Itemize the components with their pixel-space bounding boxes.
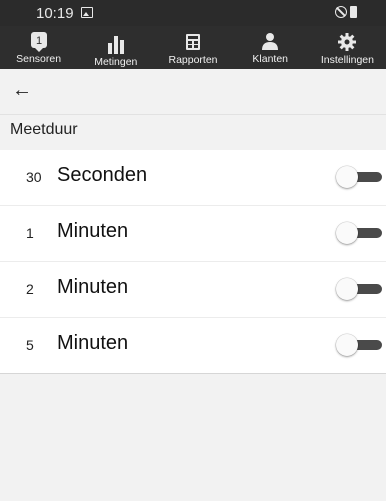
empty-area — [0, 374, 386, 501]
tab-label: Instellingen — [320, 54, 374, 66]
tab-bar: 1 Sensoren Metingen Rapporten Klanten In… — [0, 26, 386, 69]
option-unit: Minuten — [57, 332, 129, 354]
status-time: 10:19 — [36, 5, 74, 22]
option-unit: Seconden — [57, 164, 148, 186]
people-icon — [260, 32, 280, 55]
option-30-seconden[interactable]: 30 Seconden — [0, 150, 386, 206]
tab-klanten[interactable]: Klanten — [232, 26, 309, 69]
section-header: Meetduur — [0, 115, 386, 150]
tab-label: Rapporten — [168, 54, 218, 66]
sensor-badge-count: 1 — [36, 35, 42, 47]
tab-sensoren[interactable]: 1 Sensoren — [0, 26, 77, 69]
tab-label: Klanten — [252, 53, 289, 65]
report-icon — [185, 33, 201, 56]
section-title: Meetduur — [10, 121, 78, 138]
option-number: 2 — [26, 281, 34, 297]
option-unit: Minuten — [57, 220, 129, 242]
do-not-disturb-icon — [335, 6, 347, 18]
tab-rapporten[interactable]: Rapporten — [154, 26, 231, 69]
option-number: 1 — [26, 225, 34, 241]
option-1-minuten[interactable]: 1 Minuten — [0, 206, 386, 262]
gear-icon — [338, 33, 357, 56]
battery-icon — [350, 6, 357, 18]
toggle-switch[interactable] — [336, 334, 382, 356]
image-notification-icon — [81, 7, 93, 18]
status-bar: 10:19 — [0, 0, 386, 26]
duration-options: 30 Seconden 1 Minuten 2 Minuten 5 Minute… — [0, 150, 386, 374]
option-5-minuten[interactable]: 5 Minuten — [0, 318, 386, 374]
toggle-switch[interactable] — [336, 222, 382, 244]
tab-metingen[interactable]: Metingen — [77, 26, 154, 69]
option-2-minuten[interactable]: 2 Minuten — [0, 262, 386, 318]
tab-instellingen[interactable]: Instellingen — [309, 26, 386, 69]
tab-label: Sensoren — [16, 53, 62, 65]
toggle-switch[interactable] — [336, 166, 382, 188]
option-number: 5 — [26, 337, 34, 353]
toggle-switch[interactable] — [336, 278, 382, 300]
arrow-left-icon[interactable]: ← — [12, 80, 32, 100]
option-unit: Minuten — [57, 276, 129, 298]
option-number: 30 — [26, 169, 42, 185]
tab-label: Metingen — [94, 56, 138, 68]
toolbar: ← — [0, 69, 386, 115]
